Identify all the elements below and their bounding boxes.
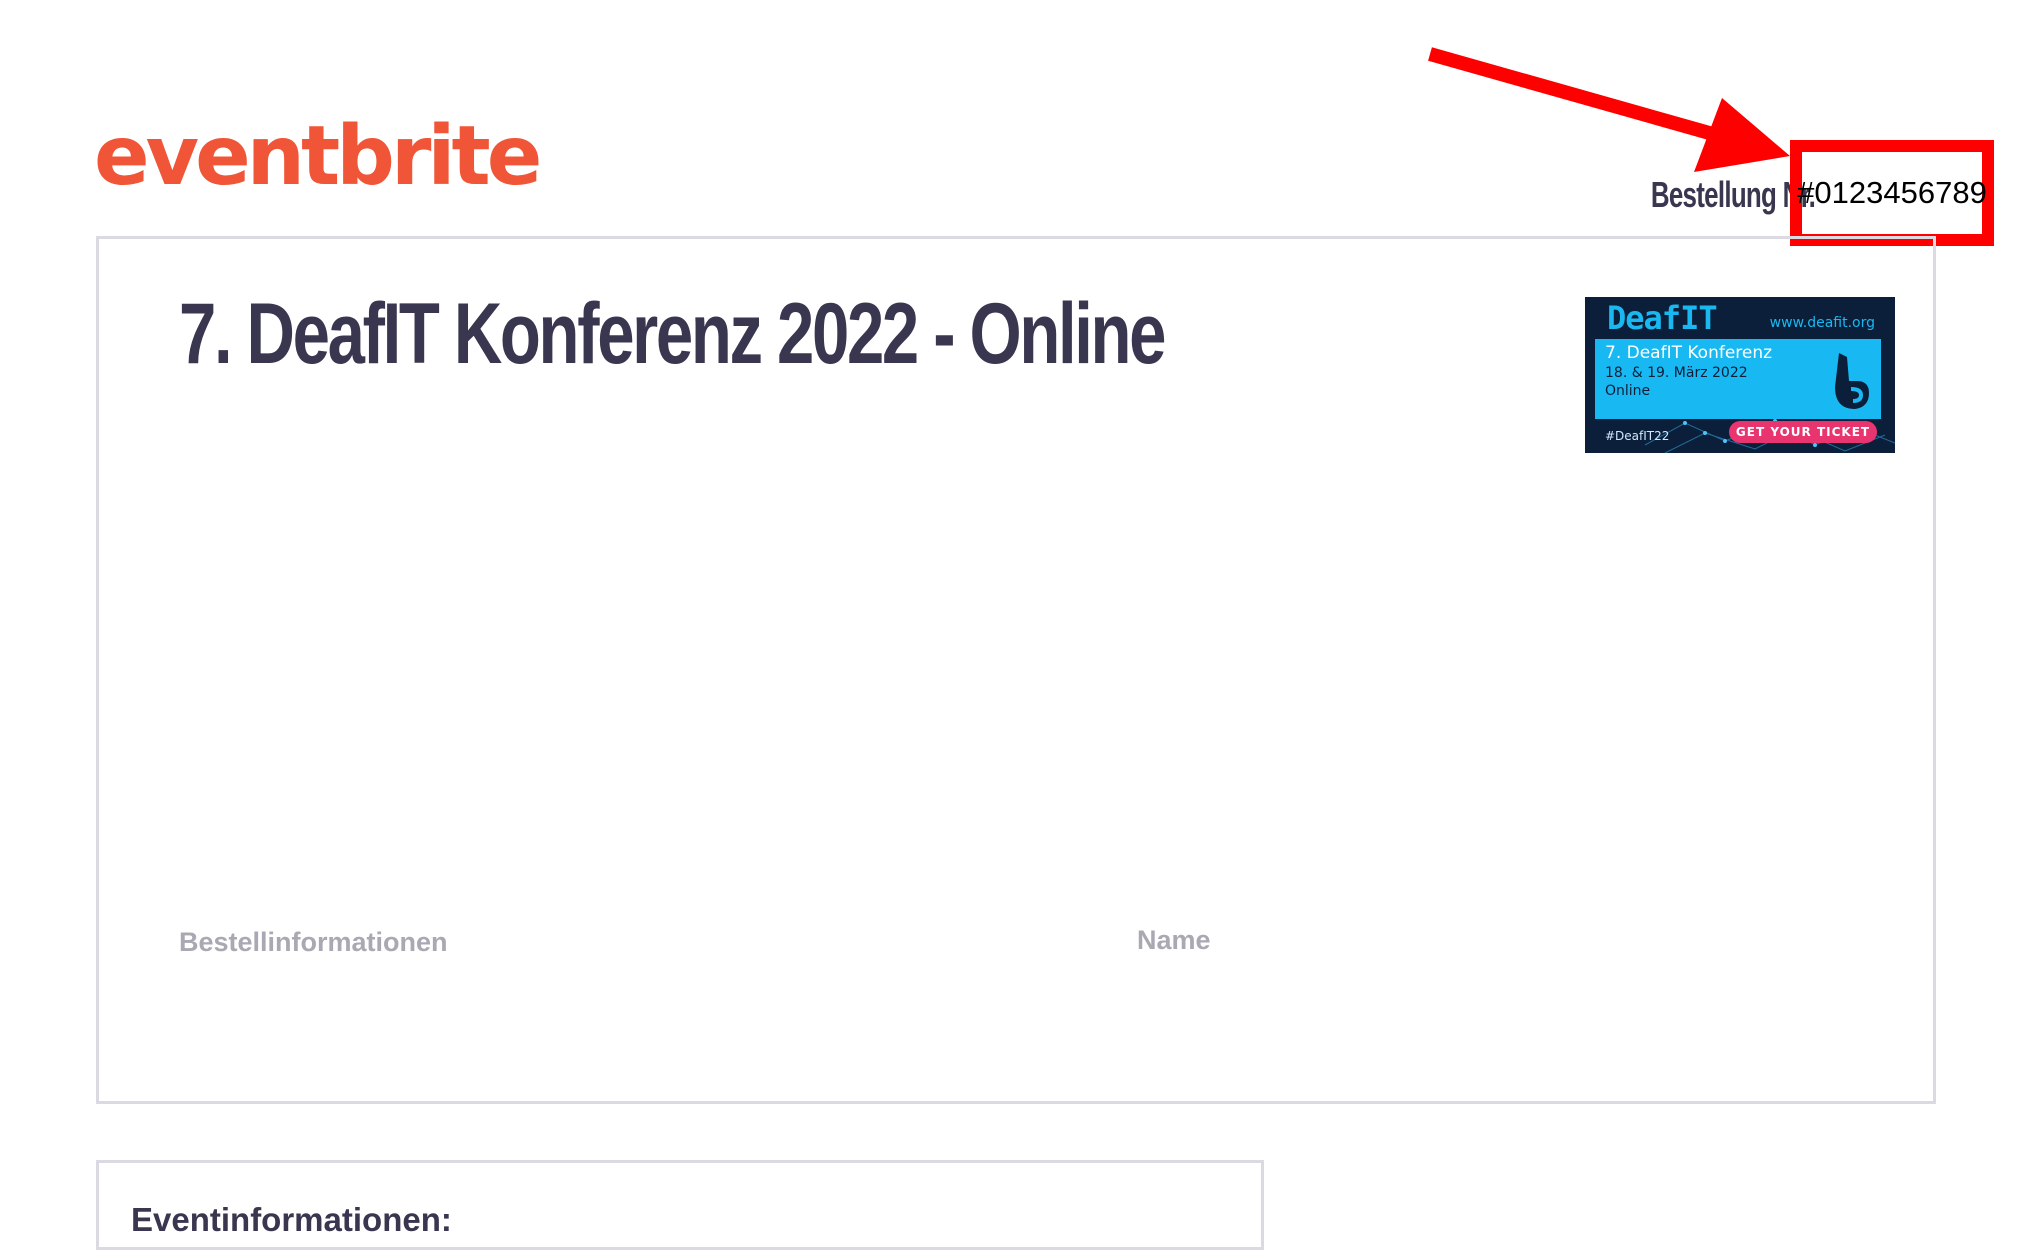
- eventbrite-logo: eventbrite: [94, 109, 542, 204]
- event-info-card: Eventinformationen:: [96, 1160, 1264, 1250]
- ticket-card: 7. DeafIT Konferenz 2022 - Online DeafIT…: [96, 236, 1936, 1104]
- banner-place: Online: [1605, 383, 1651, 399]
- banner-dates: 18. & 19. März 2022: [1605, 365, 1748, 381]
- event-info-title: Eventinformationen:: [131, 1201, 452, 1238]
- event-banner: DeafIT www.deafit.org 7. DeafIT Konferen…: [1585, 297, 1895, 453]
- order-info-label: Bestellinformationen: [179, 927, 448, 957]
- banner-conference: 7. DeafIT Konferenz: [1605, 343, 1773, 363]
- name-label: Name: [1137, 925, 1211, 955]
- event-title: 7. DeafIT Konferenz 2022 - Online: [179, 286, 1167, 382]
- order-number: #0123456789: [1797, 175, 1987, 210]
- banner-url: www.deafit.org: [1769, 315, 1875, 331]
- banner-brand: DeafIT: [1607, 299, 1718, 337]
- banner-hashtag: #DeafIT22: [1605, 429, 1670, 443]
- hand-sign-icon: [1835, 353, 1869, 409]
- get-ticket-button[interactable]: GET YOUR TICKET: [1729, 421, 1877, 443]
- order-number-highlight: #0123456789: [1790, 140, 1994, 246]
